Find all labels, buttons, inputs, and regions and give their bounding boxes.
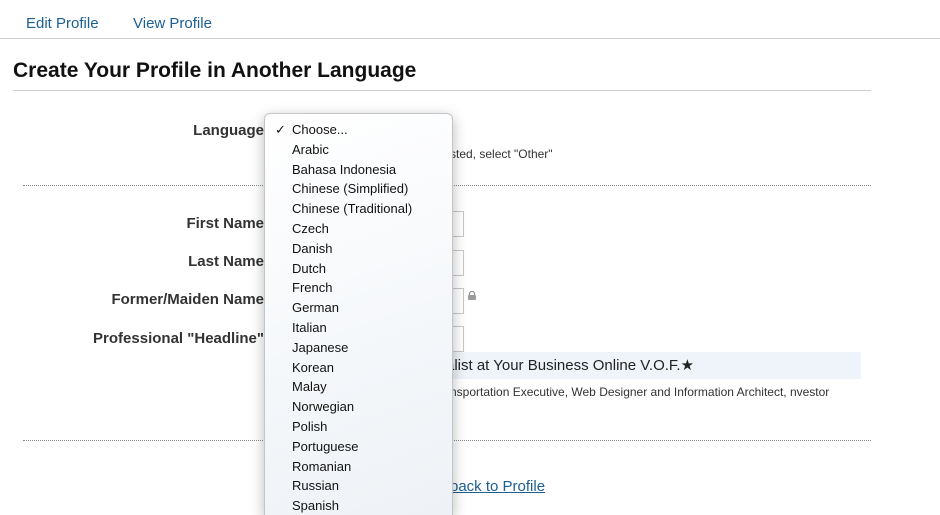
language-option-label: Portuguese	[292, 438, 359, 454]
language-option-label: Korean	[292, 359, 334, 375]
language-option[interactable]: Romanian	[265, 457, 452, 477]
language-option[interactable]: Chinese (Simplified)	[265, 179, 452, 199]
language-option[interactable]: Norwegian	[265, 397, 452, 417]
language-option[interactable]: Bahasa Indonesia	[265, 160, 452, 180]
language-option-label: Russian	[292, 478, 339, 494]
language-option[interactable]: German	[265, 298, 452, 318]
language-option[interactable]: French	[265, 278, 452, 298]
language-option[interactable]: Korean	[265, 358, 452, 378]
language-option-label: Dutch	[292, 260, 326, 276]
language-option[interactable]: Chinese (Traditional)	[265, 199, 452, 219]
language-option[interactable]: Japanese	[265, 338, 452, 358]
former-name-label: Former/Maiden Name	[111, 291, 264, 308]
language-label: Language	[193, 122, 264, 139]
language-option[interactable]: Russian	[265, 476, 452, 496]
language-option[interactable]: ✓ Choose...	[265, 120, 452, 140]
headline-suggestion: nsportation Executive, Web Designer and …	[450, 385, 830, 399]
back-to-profile-link[interactable]: back to Profile	[450, 478, 545, 495]
language-hint: sted, select "Other"	[450, 147, 553, 161]
language-option[interactable]: Arabic	[265, 140, 452, 160]
language-option-label: Chinese (Simplified)	[292, 181, 409, 197]
language-option[interactable]: Malay	[265, 377, 452, 397]
first-name-label: First Name	[186, 215, 264, 232]
language-option-label: German	[292, 300, 339, 316]
language-option-label: Chinese (Traditional)	[292, 201, 413, 217]
language-option-label: Arabic	[292, 141, 329, 157]
language-option-label: Spanish	[292, 498, 339, 514]
current-headline: alist at Your Business Online V.O.F.★	[446, 352, 861, 379]
language-option[interactable]: Italian	[265, 318, 452, 338]
language-option-label: Polish	[292, 418, 328, 434]
lock-icon	[468, 291, 476, 300]
language-option-label: Malay	[292, 379, 327, 395]
language-option[interactable]: Polish	[265, 417, 452, 437]
headline-label: Professional "Headline"	[93, 330, 264, 347]
page-title: Create Your Profile in Another Language	[13, 59, 417, 82]
language-option-label: Bahasa Indonesia	[292, 161, 397, 177]
language-option[interactable]: Portuguese	[265, 437, 452, 457]
language-option-label: Italian	[292, 319, 327, 335]
language-option-label: Choose...	[292, 122, 348, 137]
language-option-label: French	[292, 280, 333, 296]
language-option-label: Danish	[292, 240, 333, 256]
language-options-list: ✓ Choose... Arabic Bahasa Indonesia Chinese …	[265, 114, 452, 515]
checkmark-icon: ✓	[275, 122, 286, 137]
tab-edit-profile[interactable]: Edit Profile	[26, 15, 99, 32]
last-name-label: Last Name	[188, 253, 264, 270]
language-option[interactable]: Czech	[265, 219, 452, 239]
language-option-label: Japanese	[292, 339, 349, 355]
profile-tabs: Edit Profile View Profile	[0, 0, 940, 39]
language-option-label: Czech	[292, 220, 329, 236]
language-option[interactable]: Dutch	[265, 259, 452, 279]
language-option-label: Norwegian	[292, 399, 355, 415]
title-divider	[13, 90, 871, 91]
language-option-label: Romanian	[292, 458, 352, 474]
tab-view-profile[interactable]: View Profile	[133, 15, 212, 32]
language-option[interactable]: Spanish	[265, 496, 452, 515]
language-option[interactable]: Danish	[265, 239, 452, 259]
language-dropdown-menu[interactable]: ✓ Choose... Arabic Bahasa Indonesia Chinese …	[264, 113, 453, 515]
